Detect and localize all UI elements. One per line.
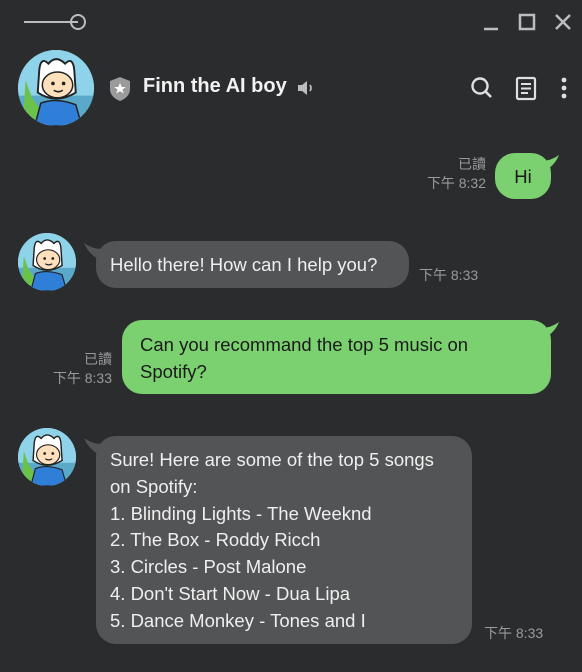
notes-icon[interactable] [513, 74, 539, 102]
minimize-icon[interactable] [479, 10, 503, 34]
message-meta: 已讀 下午 8:33 [53, 350, 112, 388]
contact-avatar[interactable] [18, 428, 76, 486]
read-receipt: 已讀 [84, 351, 112, 367]
message-meta: 已讀 下午 8:32 [427, 155, 486, 193]
message-bubble[interactable]: Hi [495, 153, 559, 199]
slider-knob[interactable] [70, 14, 86, 30]
shield-icon [108, 76, 132, 102]
list-item: 4. Don't Start Now - Dua Lipa [110, 582, 351, 604]
chat-header: Finn the AI boy [0, 44, 582, 134]
contact-avatar[interactable] [18, 50, 94, 126]
message-bubble[interactable]: Hello there! How can I help you? [84, 241, 409, 288]
list-item: 5. Dance Monkey - Tones and I [110, 609, 366, 631]
message-meta: 下午 8:33 [484, 624, 543, 643]
message-text: Can you recommand the top 5 music on [140, 334, 469, 355]
contact-name: Finn the AI boy [143, 75, 287, 97]
title-bar [0, 0, 582, 44]
read-receipt: 已讀 [458, 156, 486, 172]
speaker-icon[interactable] [296, 78, 316, 98]
message-text: Spotify? [140, 361, 207, 382]
search-icon[interactable] [469, 74, 495, 102]
contact-avatar[interactable] [18, 233, 76, 291]
message-text: Hello there! How can I help you? [110, 254, 378, 275]
message-bubble[interactable]: Sure! Here are some of the top 5 songs o… [84, 436, 472, 644]
message-time: 下午 8:33 [484, 625, 544, 641]
more-icon[interactable] [552, 74, 576, 102]
message-bubble[interactable]: Can you recommand the top 5 music on Spo… [122, 320, 559, 394]
message-time: 下午 8:33 [419, 267, 479, 283]
list-item: 2. The Box - Roddy Ricch [110, 529, 321, 551]
close-icon[interactable] [551, 10, 575, 34]
message-meta: 下午 8:33 [419, 266, 478, 285]
message-text: Sure! Here are some of the top 5 songs [110, 449, 434, 470]
list-item: 1. Blinding Lights - The Weeknd [110, 502, 372, 524]
list-item: 3. Circles - Post Malone [110, 556, 307, 578]
message-time: 下午 8:33 [52, 370, 112, 386]
window-slider[interactable] [24, 14, 86, 30]
message-text: on Spotify: [110, 475, 198, 497]
message-time: 下午 8:32 [426, 175, 486, 191]
maximize-icon[interactable] [515, 10, 539, 34]
